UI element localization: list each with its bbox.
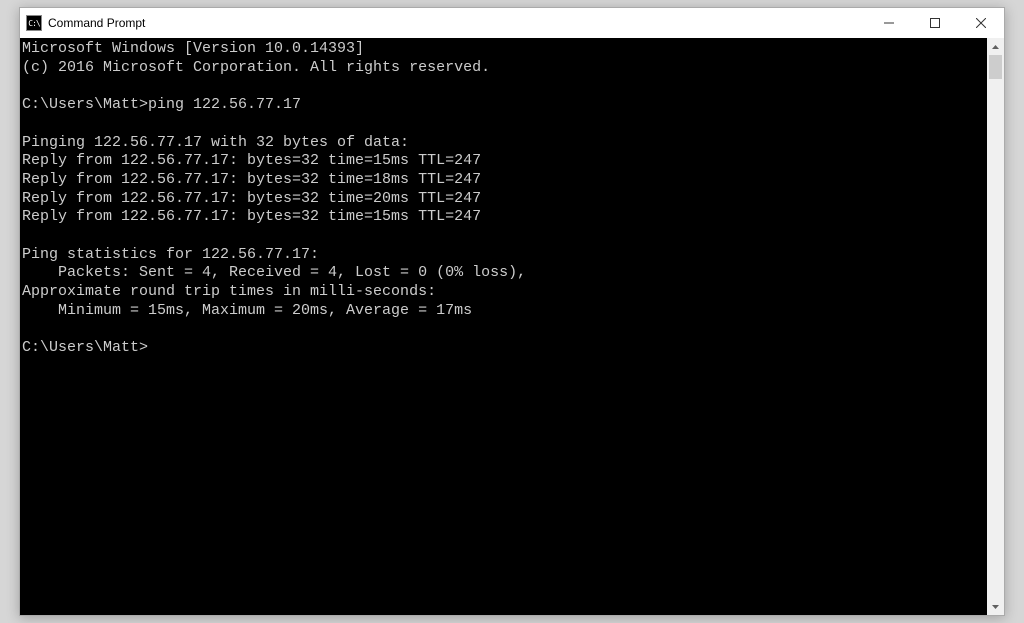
scroll-up-button[interactable] [987, 38, 1004, 55]
scrollbar-track[interactable] [987, 55, 1004, 598]
close-icon [976, 18, 986, 28]
scroll-down-button[interactable] [987, 598, 1004, 615]
chevron-down-icon [992, 605, 999, 609]
app-icon: C:\ [26, 15, 42, 31]
terminal-text: Microsoft Windows [Version 10.0.14393] (… [22, 40, 526, 356]
client-area: Microsoft Windows [Version 10.0.14393] (… [20, 38, 1004, 615]
window-title: Command Prompt [48, 16, 145, 30]
titlebar[interactable]: C:\ Command Prompt [20, 8, 1004, 38]
close-button[interactable] [958, 8, 1004, 38]
minimize-button[interactable] [866, 8, 912, 38]
chevron-up-icon [992, 45, 999, 49]
minimize-icon [884, 18, 894, 28]
scrollbar-thumb[interactable] [989, 55, 1002, 79]
app-icon-label: C:\ [28, 19, 39, 28]
maximize-icon [930, 18, 940, 28]
terminal-output[interactable]: Microsoft Windows [Version 10.0.14393] (… [20, 38, 987, 615]
vertical-scrollbar[interactable] [987, 38, 1004, 615]
maximize-button[interactable] [912, 8, 958, 38]
command-prompt-window: C:\ Command Prompt Microsoft Windows [Ve… [19, 7, 1005, 616]
